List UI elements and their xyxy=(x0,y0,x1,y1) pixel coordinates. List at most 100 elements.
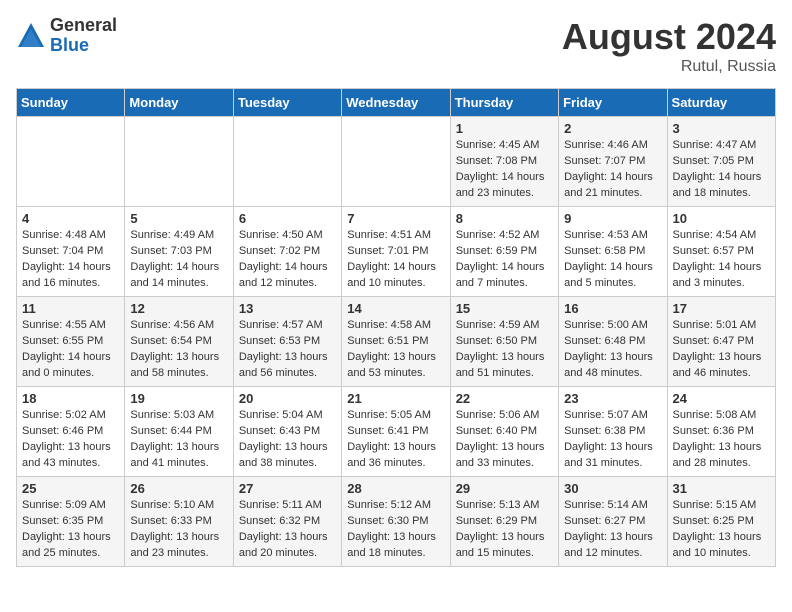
logo: General Blue xyxy=(16,16,117,56)
cell-content: Sunrise: 5:03 AM Sunset: 6:44 PM Dayligh… xyxy=(130,408,227,472)
page-header: General Blue August 2024 Rutul, Russia xyxy=(16,16,776,76)
day-number: 27 xyxy=(239,481,336,496)
weekday-header-row: SundayMondayTuesdayWednesdayThursdayFrid… xyxy=(17,89,776,117)
weekday-header-monday: Monday xyxy=(125,89,233,117)
calendar-cell: 2 Sunrise: 4:46 AM Sunset: 7:07 PM Daylig… xyxy=(559,117,667,207)
day-number: 12 xyxy=(130,301,227,316)
day-number: 13 xyxy=(239,301,336,316)
day-number: 2 xyxy=(564,121,661,136)
cell-content: Sunrise: 4:48 AM Sunset: 7:04 PM Dayligh… xyxy=(22,228,119,292)
calendar-cell: 18 Sunrise: 5:02 AM Sunset: 6:46 PM Dayli… xyxy=(17,387,125,477)
day-number: 7 xyxy=(347,211,444,226)
day-number: 6 xyxy=(239,211,336,226)
cell-content: Sunrise: 4:53 AM Sunset: 6:58 PM Dayligh… xyxy=(564,228,661,292)
day-number: 9 xyxy=(564,211,661,226)
calendar-cell: 12Sunrise: 4:56 AM Sunset: 6:54 PM Dayli… xyxy=(125,297,233,387)
calendar-cell: 3Sunrise: 4:47 AM Sunset: 7:05 PM Daylig… xyxy=(667,117,775,207)
cell-content: Sunrise: 4:59 AM Sunset: 6:50 PM Dayligh… xyxy=(456,318,553,382)
day-number: 30 xyxy=(564,481,661,496)
logo-blue: Blue xyxy=(50,36,117,56)
logo-icon xyxy=(16,21,46,51)
calendar-cell xyxy=(233,117,341,207)
day-number: 8 xyxy=(456,211,553,226)
weekday-header-friday: Friday xyxy=(559,89,667,117)
calendar-cell: 24 Sunrise: 5:08 AM Sunset: 6:36 PM Dayli… xyxy=(667,387,775,477)
cell-content: Sunrise: 4:46 AM Sunset: 7:07 PM Dayligh… xyxy=(564,138,661,202)
day-number: 4 xyxy=(22,211,119,226)
cell-content: Sunrise: 4:45 AM Sunset: 7:08 PM Dayligh… xyxy=(456,138,553,202)
day-number: 25 xyxy=(22,481,119,496)
calendar-cell: 20Sunrise: 5:04 AM Sunset: 6:43 PM Dayli… xyxy=(233,387,341,477)
cell-content: Sunrise: 5:08 AM Sunset: 6:36 PM Dayligh… xyxy=(673,408,770,472)
calendar-cell: 21 Sunrise: 5:05 AM Sunset: 6:41 PM Dayli… xyxy=(342,387,450,477)
day-number: 31 xyxy=(673,481,770,496)
cell-content: Sunrise: 5:06 AM Sunset: 6:40 PM Dayligh… xyxy=(456,408,553,472)
calendar-cell: 23 Sunrise: 5:07 AM Sunset: 6:38 PM Dayli… xyxy=(559,387,667,477)
cell-content: Sunrise: 5:10 AM Sunset: 6:33 PM Dayligh… xyxy=(130,498,227,562)
calendar-cell: 17 Sunrise: 5:01 AM Sunset: 6:47 PM Dayli… xyxy=(667,297,775,387)
calendar-week-row: 18 Sunrise: 5:02 AM Sunset: 6:46 PM Dayli… xyxy=(17,387,776,477)
weekday-header-thursday: Thursday xyxy=(450,89,558,117)
month-year-title: August 2024 xyxy=(562,16,776,58)
weekday-header-saturday: Saturday xyxy=(667,89,775,117)
cell-content: Sunrise: 5:05 AM Sunset: 6:41 PM Dayligh… xyxy=(347,408,444,472)
cell-content: Sunrise: 5:09 AM Sunset: 6:35 PM Dayligh… xyxy=(22,498,119,562)
calendar-cell: 7 Sunrise: 4:51 AM Sunset: 7:01 PM Daylig… xyxy=(342,207,450,297)
day-number: 22 xyxy=(456,391,553,406)
calendar-cell: 31 Sunrise: 5:15 AM Sunset: 6:25 PM Dayli… xyxy=(667,477,775,567)
calendar-cell: 13 Sunrise: 4:57 AM Sunset: 6:53 PM Dayli… xyxy=(233,297,341,387)
cell-content: Sunrise: 5:07 AM Sunset: 6:38 PM Dayligh… xyxy=(564,408,661,472)
calendar-cell: 27Sunrise: 5:11 AM Sunset: 6:32 PM Dayli… xyxy=(233,477,341,567)
cell-content: Sunrise: 4:55 AM Sunset: 6:55 PM Dayligh… xyxy=(22,318,119,382)
calendar-week-row: 25 Sunrise: 5:09 AM Sunset: 6:35 PM Dayli… xyxy=(17,477,776,567)
day-number: 10 xyxy=(673,211,770,226)
calendar-cell: 26Sunrise: 5:10 AM Sunset: 6:33 PM Dayli… xyxy=(125,477,233,567)
day-number: 29 xyxy=(456,481,553,496)
day-number: 23 xyxy=(564,391,661,406)
cell-content: Sunrise: 5:12 AM Sunset: 6:30 PM Dayligh… xyxy=(347,498,444,562)
cell-content: Sunrise: 5:02 AM Sunset: 6:46 PM Dayligh… xyxy=(22,408,119,472)
cell-content: Sunrise: 5:04 AM Sunset: 6:43 PM Dayligh… xyxy=(239,408,336,472)
calendar-cell: 4 Sunrise: 4:48 AM Sunset: 7:04 PM Daylig… xyxy=(17,207,125,297)
calendar-cell: 29 Sunrise: 5:13 AM Sunset: 6:29 PM Dayli… xyxy=(450,477,558,567)
cell-content: Sunrise: 4:54 AM Sunset: 6:57 PM Dayligh… xyxy=(673,228,770,292)
calendar-cell: 16Sunrise: 5:00 AM Sunset: 6:48 PM Dayli… xyxy=(559,297,667,387)
calendar-cell xyxy=(125,117,233,207)
cell-content: Sunrise: 4:58 AM Sunset: 6:51 PM Dayligh… xyxy=(347,318,444,382)
title-block: August 2024 Rutul, Russia xyxy=(562,16,776,76)
day-number: 24 xyxy=(673,391,770,406)
calendar-cell: 11Sunrise: 4:55 AM Sunset: 6:55 PM Dayli… xyxy=(17,297,125,387)
calendar-week-row: 4 Sunrise: 4:48 AM Sunset: 7:04 PM Daylig… xyxy=(17,207,776,297)
calendar-cell xyxy=(342,117,450,207)
day-number: 17 xyxy=(673,301,770,316)
calendar-week-row: 1 Sunrise: 4:45 AM Sunset: 7:08 PM Daylig… xyxy=(17,117,776,207)
weekday-header-tuesday: Tuesday xyxy=(233,89,341,117)
calendar-cell: 28Sunrise: 5:12 AM Sunset: 6:30 PM Dayli… xyxy=(342,477,450,567)
logo-text: General Blue xyxy=(50,16,117,56)
weekday-header-sunday: Sunday xyxy=(17,89,125,117)
calendar-cell: 25 Sunrise: 5:09 AM Sunset: 6:35 PM Dayli… xyxy=(17,477,125,567)
calendar-cell: 1 Sunrise: 4:45 AM Sunset: 7:08 PM Daylig… xyxy=(450,117,558,207)
calendar-table: SundayMondayTuesdayWednesdayThursdayFrid… xyxy=(16,88,776,567)
day-number: 15 xyxy=(456,301,553,316)
calendar-cell: 14 Sunrise: 4:58 AM Sunset: 6:51 PM Dayli… xyxy=(342,297,450,387)
calendar-cell: 19Sunrise: 5:03 AM Sunset: 6:44 PM Dayli… xyxy=(125,387,233,477)
cell-content: Sunrise: 5:15 AM Sunset: 6:25 PM Dayligh… xyxy=(673,498,770,562)
cell-content: Sunrise: 4:57 AM Sunset: 6:53 PM Dayligh… xyxy=(239,318,336,382)
day-number: 21 xyxy=(347,391,444,406)
day-number: 14 xyxy=(347,301,444,316)
logo-general: General xyxy=(50,16,117,36)
day-number: 18 xyxy=(22,391,119,406)
cell-content: Sunrise: 4:51 AM Sunset: 7:01 PM Dayligh… xyxy=(347,228,444,292)
cell-content: Sunrise: 4:49 AM Sunset: 7:03 PM Dayligh… xyxy=(130,228,227,292)
calendar-cell: 8 Sunrise: 4:52 AM Sunset: 6:59 PM Daylig… xyxy=(450,207,558,297)
cell-content: Sunrise: 4:50 AM Sunset: 7:02 PM Dayligh… xyxy=(239,228,336,292)
day-number: 1 xyxy=(456,121,553,136)
calendar-cell: 30Sunrise: 5:14 AM Sunset: 6:27 PM Dayli… xyxy=(559,477,667,567)
cell-content: Sunrise: 4:52 AM Sunset: 6:59 PM Dayligh… xyxy=(456,228,553,292)
calendar-cell: 9 Sunrise: 4:53 AM Sunset: 6:58 PM Daylig… xyxy=(559,207,667,297)
cell-content: Sunrise: 5:13 AM Sunset: 6:29 PM Dayligh… xyxy=(456,498,553,562)
calendar-week-row: 11Sunrise: 4:55 AM Sunset: 6:55 PM Dayli… xyxy=(17,297,776,387)
cell-content: Sunrise: 5:01 AM Sunset: 6:47 PM Dayligh… xyxy=(673,318,770,382)
day-number: 16 xyxy=(564,301,661,316)
